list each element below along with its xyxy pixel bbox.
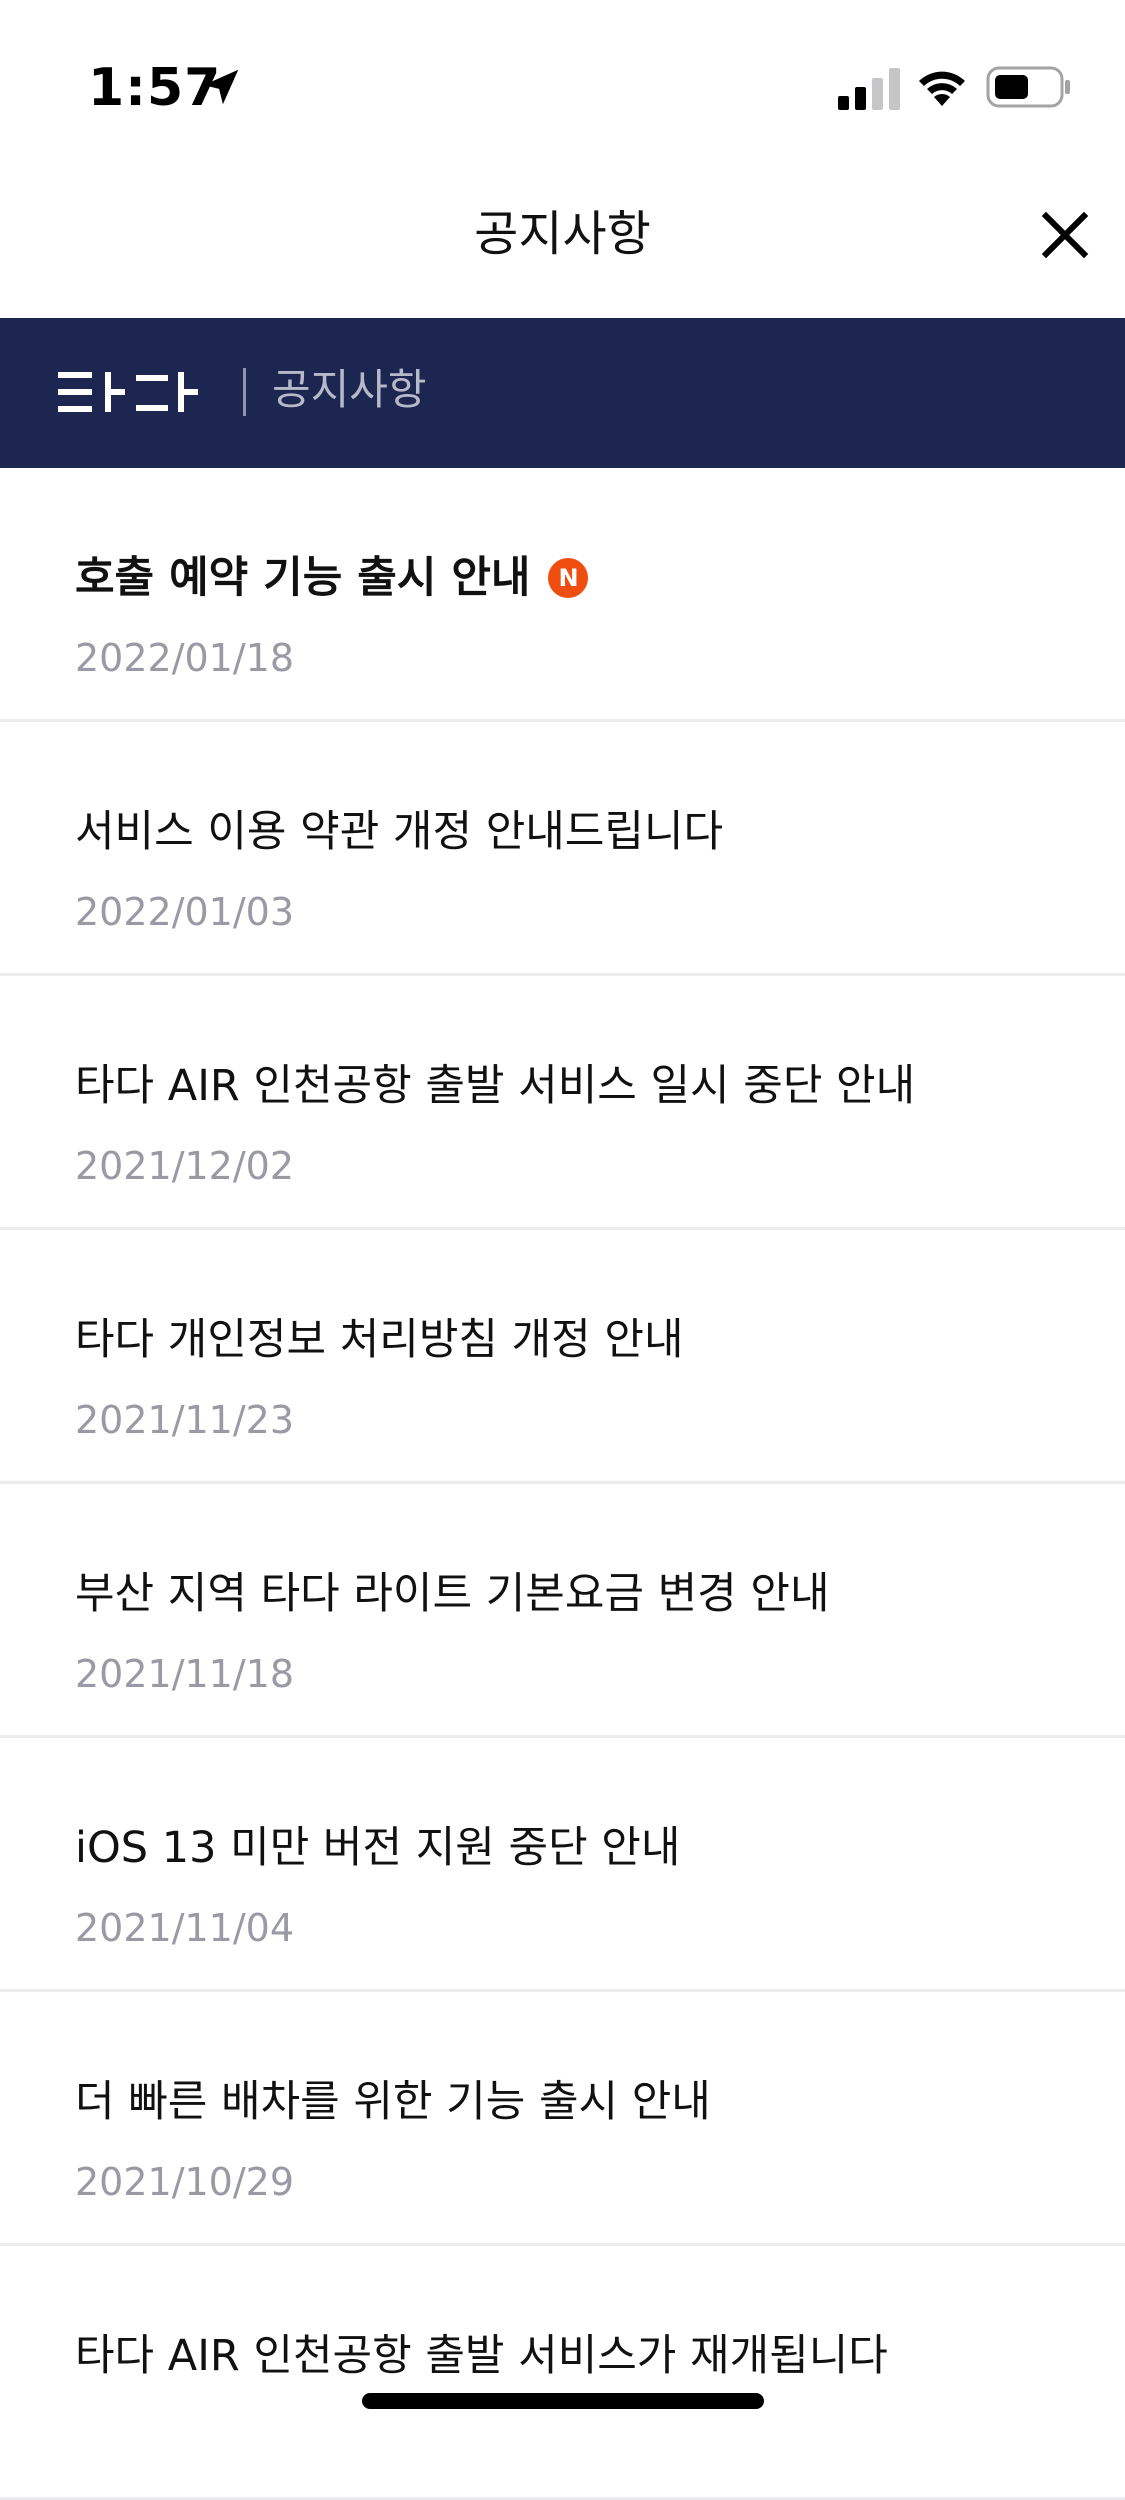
- list-item[interactable]: 호출 예약 기능 출시 안내 N 2022/01/18: [0, 468, 1125, 722]
- page-title: 공지사항: [474, 206, 651, 262]
- notice-title-row: 부산 지역 타다 라이트 기본요금 변경 안내: [75, 1564, 830, 1624]
- notice-title: 더 빠른 배차를 위한 기능 출시 안내: [75, 2077, 711, 2127]
- notice-list: 호출 예약 기능 출시 안내 N 2022/01/18 서비스 이용 약관 개정…: [0, 468, 1125, 2500]
- notice-date: 2021/11/18: [75, 1652, 295, 1696]
- list-item[interactable]: 타다 개인정보 처리방침 개정 안내 2021/11/23: [0, 1230, 1125, 1484]
- notice-banner: 공지사항: [0, 318, 1125, 468]
- new-badge: N: [548, 558, 589, 598]
- notice-title-row: 서비스 이용 약관 개정 안내드립니다: [75, 802, 723, 862]
- brand-logo: [58, 372, 198, 412]
- location-arrow-icon: [203, 69, 239, 105]
- list-item[interactable]: 타다 AIR 인천공항 출발 서비스가 재개됩니다: [0, 2246, 1125, 2500]
- notice-title: 타다 AIR 인천공항 출발 서비스가 재개됩니다: [75, 2331, 888, 2381]
- notice-date: 2021/12/02: [75, 1144, 295, 1188]
- notice-title-row: iOS 13 미만 버전 지원 중단 안내: [75, 1818, 680, 1878]
- notice-date: 2021/11/04: [75, 1906, 295, 1950]
- banner-divider: [243, 368, 246, 416]
- notice-date: 2022/01/18: [75, 636, 295, 680]
- list-item[interactable]: iOS 13 미만 버전 지원 중단 안내 2021/11/04: [0, 1738, 1125, 1992]
- notice-date: 2021/10/29: [75, 2160, 295, 2204]
- notice-title: 타다 AIR 인천공항 출발 서비스 일시 중단 안내: [75, 1061, 916, 1111]
- notice-title-row: 타다 AIR 인천공항 출발 서비스 일시 중단 안내: [75, 1056, 915, 1116]
- notice-date: 2021/11/23: [75, 1398, 295, 1442]
- notice-title: 서비스 이용 약관 개정 안내드립니다: [75, 807, 724, 857]
- notice-title: 타다 개인정보 처리방침 개정 안내: [75, 1315, 684, 1365]
- list-item[interactable]: 부산 지역 타다 라이트 기본요금 변경 안내 2021/11/18: [0, 1484, 1125, 1738]
- wifi-icon: [919, 71, 965, 106]
- notice-title-row: 타다 AIR 인천공항 출발 서비스가 재개됩니다: [75, 2326, 888, 2386]
- notice-title: 부산 지역 타다 라이트 기본요금 변경 안내: [75, 1569, 830, 1619]
- cellular-signal-icon: [838, 68, 900, 110]
- notice-title-row: 타다 개인정보 처리방침 개정 안내: [75, 1310, 684, 1370]
- status-bar: 1:57: [0, 0, 1125, 150]
- list-item[interactable]: 타다 AIR 인천공항 출발 서비스 일시 중단 안내 2021/12/02: [0, 976, 1125, 1230]
- notice-date: 2022/01/03: [75, 890, 295, 934]
- notice-title-row: 호출 예약 기능 출시 안내 N: [75, 548, 589, 608]
- notice-title: iOS 13 미만 버전 지원 중단 안내: [75, 1823, 681, 1873]
- notice-title-row: 더 빠른 배차를 위한 기능 출시 안내: [75, 2072, 711, 2132]
- home-indicator[interactable]: [362, 2393, 764, 2409]
- close-icon[interactable]: [1030, 200, 1100, 270]
- list-item[interactable]: 더 빠른 배차를 위한 기능 출시 안내 2021/10/29: [0, 1992, 1125, 2246]
- banner-label: 공지사항: [272, 365, 427, 414]
- battery-icon: [986, 66, 1070, 108]
- notice-title: 호출 예약 기능 출시 안내: [75, 553, 531, 603]
- navigation-bar: 공지사항: [0, 150, 1125, 318]
- list-item[interactable]: 서비스 이용 약관 개정 안내드립니다 2022/01/03: [0, 722, 1125, 976]
